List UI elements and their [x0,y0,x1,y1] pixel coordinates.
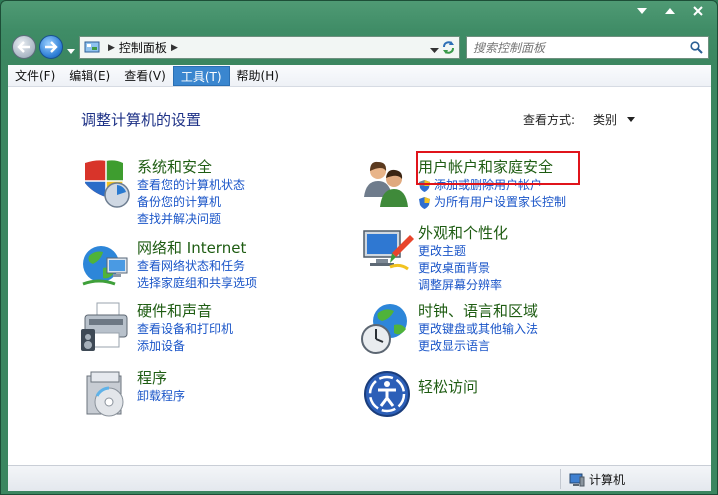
search-input[interactable] [473,40,687,55]
link-view-devices-printers[interactable]: 查看设备和打印机 [137,321,233,338]
category-hardware-sound: 硬件和声音 查看设备和打印机 添加设备 [79,301,233,355]
close-icon [693,6,703,16]
category-title-programs[interactable]: 程序 [137,368,185,388]
category-system-security: 系统和安全 查看您的计算机状态 备份您的计算机 查找并解决问题 [79,157,245,228]
navigation-bar: ▶ 控制面板 ▶ [9,33,709,61]
programs-icon[interactable] [79,368,133,422]
menu-edit[interactable]: 编辑(E) [62,66,117,86]
network-globe-icon[interactable] [79,238,133,292]
window-caption-buttons [629,3,711,19]
category-title-network-internet[interactable]: 网络和 Internet [137,238,257,258]
category-ease-of-access: 轻松访问 [360,367,478,421]
category-title-ease-of-access[interactable]: 轻松访问 [418,377,478,397]
forward-button[interactable] [39,35,63,59]
category-title-hardware-sound[interactable]: 硬件和声音 [137,301,233,321]
control-panel-window: ▶ 控制面板 ▶ 文件(F) 编辑(E) [0,0,718,495]
computer-icon [569,473,585,486]
link-troubleshoot[interactable]: 查找并解决问题 [137,211,245,228]
link-change-input-method[interactable]: 更改键盘或其他输入法 [418,321,538,338]
page-title: 调整计算机的设置 [81,111,202,129]
link-backup-computer[interactable]: 备份您的计算机 [137,194,245,211]
view-by-selector: 查看方式: 类别 [523,111,636,128]
chevron-down-icon [67,49,75,54]
category-title-appearance[interactable]: 外观和个性化 [418,223,508,243]
breadcrumb-separator-icon[interactable]: ▶ [108,43,115,53]
search-icon[interactable] [687,39,705,57]
link-adjust-resolution[interactable]: 调整屏幕分辨率 [418,277,508,294]
uac-shield-icon [419,196,430,209]
minimize-button[interactable] [629,3,655,19]
maximize-button[interactable] [657,3,683,19]
menu-bar: 文件(F) 编辑(E) 查看(V) 工具(T) 帮助(H) [8,65,711,87]
category-network-internet: 网络和 Internet 查看网络状态和任务 选择家庭组和共享选项 [79,238,257,292]
link-change-desktop-background[interactable]: 更改桌面背景 [418,260,508,277]
minimize-icon [637,8,647,14]
clock-globe-icon[interactable] [360,301,414,355]
control-panel-icon [84,41,100,52]
back-button[interactable] [12,35,36,59]
category-appearance: 外观和个性化 更改主题 更改桌面背景 调整屏幕分辨率 [360,223,508,294]
users-icon[interactable] [360,157,414,211]
refresh-icon [443,41,454,54]
category-programs: 程序 卸载程序 [79,368,185,422]
menu-tools[interactable]: 工具(T) [172,65,230,86]
link-add-device[interactable]: 添加设备 [137,338,233,355]
maximize-icon [665,8,675,14]
shield-icon[interactable] [79,157,133,211]
status-computer: 计算机 [569,471,625,488]
refresh-button[interactable] [440,39,457,59]
link-homegroup-sharing[interactable]: 选择家庭组和共享选项 [137,275,257,292]
view-by-value[interactable]: 类别 [593,111,617,128]
chevron-down-icon [430,48,439,53]
category-title-clock-language[interactable]: 时钟、语言和区域 [418,301,538,321]
view-by-label: 查看方式: [523,113,576,127]
menu-help[interactable]: 帮助(H) [230,66,286,86]
address-bar[interactable]: ▶ 控制面板 ▶ [79,36,460,59]
recent-pages-dropdown[interactable] [67,43,75,57]
category-clock-language: 时钟、语言和区域 更改键盘或其他输入法 更改显示语言 [360,301,538,355]
ease-of-access-icon[interactable] [360,367,414,421]
menu-view[interactable]: 查看(V) [117,66,173,86]
printer-icon[interactable] [79,301,133,355]
search-box[interactable] [466,36,709,59]
close-button[interactable] [685,3,711,19]
link-parental-controls[interactable]: 为所有用户设置家长控制 [418,194,566,211]
status-divider [560,469,561,489]
category-title-system-security[interactable]: 系统和安全 [137,157,245,177]
link-change-display-language[interactable]: 更改显示语言 [418,338,538,355]
highlight-annotation-box [416,151,580,185]
arrow-right-icon [45,41,58,53]
appearance-monitor-icon[interactable] [360,223,414,277]
arrow-left-icon [17,41,30,53]
link-change-theme[interactable]: 更改主题 [418,243,508,260]
status-computer-label: 计算机 [589,473,626,487]
link-view-network-status[interactable]: 查看网络状态和任务 [137,258,257,275]
link-uninstall-program[interactable]: 卸载程序 [137,388,185,405]
link-view-computer-status[interactable]: 查看您的计算机状态 [137,177,245,194]
breadcrumb-chevron-icon[interactable]: ▶ [171,43,178,53]
chevron-down-icon[interactable] [627,117,636,122]
address-dropdown[interactable] [430,42,439,56]
menu-file[interactable]: 文件(F) [8,66,62,86]
breadcrumb-control-panel[interactable]: 控制面板 [119,39,167,56]
status-bar: 计算机 [8,465,711,491]
main-content: 调整计算机的设置 查看方式: 类别 系统和安全 查看您的计算机状态 备份您的计算… [8,87,711,465]
link-parental-controls-label: 为所有用户设置家长控制 [434,195,567,209]
